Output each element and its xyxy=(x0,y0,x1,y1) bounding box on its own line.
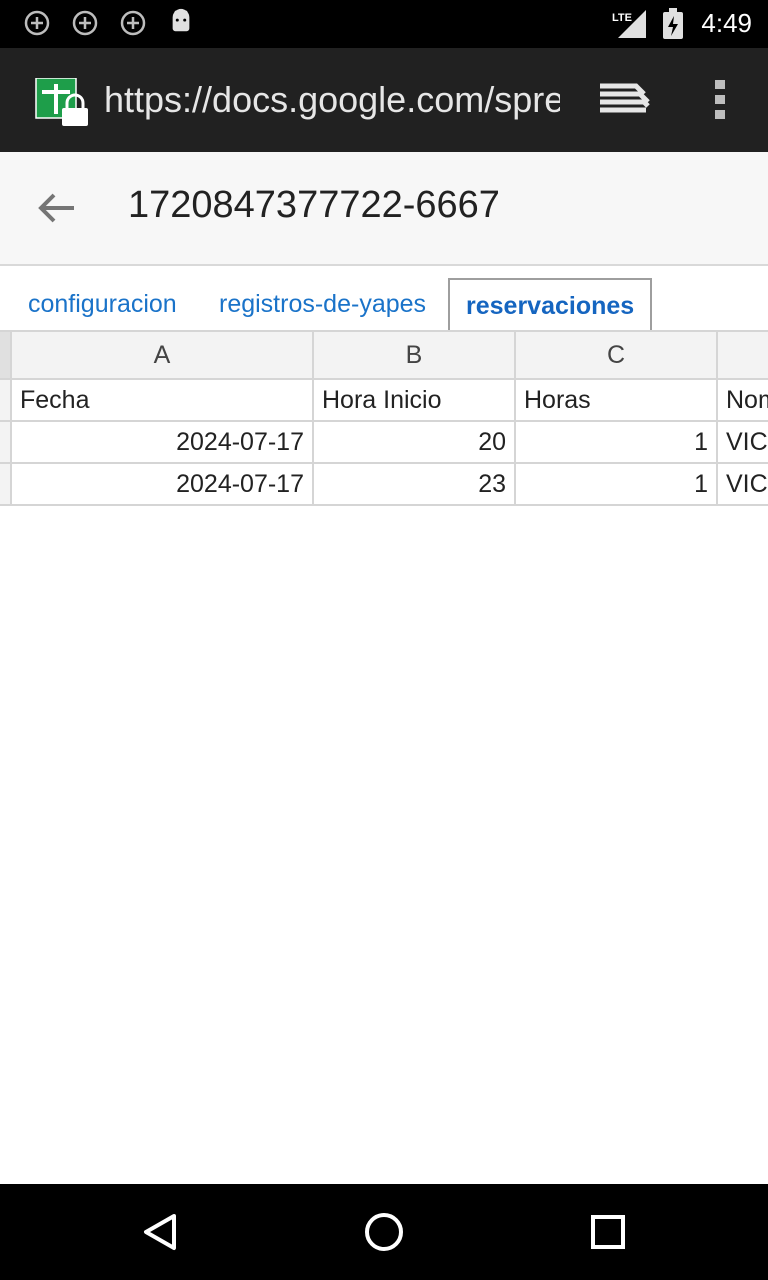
navigation-bar xyxy=(0,1184,768,1280)
sheets-lock-icon xyxy=(35,78,88,126)
tab-reservaciones[interactable]: reservaciones xyxy=(448,278,653,330)
tab-registros-de-yapes[interactable]: registros-de-yapes xyxy=(219,278,426,330)
cell-d1[interactable]: Nombre xyxy=(718,380,768,422)
cell-c2[interactable]: 1 xyxy=(516,422,718,464)
row-header[interactable] xyxy=(0,464,12,506)
document-title: 1720847377722-6667 xyxy=(128,184,500,226)
column-header-d[interactable] xyxy=(718,330,768,380)
select-all-corner[interactable] xyxy=(0,330,12,380)
cell-b1[interactable]: Hora Inicio xyxy=(314,380,516,422)
android-icon xyxy=(172,8,190,32)
nav-home-icon[interactable] xyxy=(360,1208,408,1256)
sheet-tabs: configuracion registros-de-yapes reserva… xyxy=(0,266,768,332)
table-row: 2024-07-17 20 1 VICTOR xyxy=(0,422,768,464)
svg-text:LTE: LTE xyxy=(612,12,632,24)
add-circle-icon xyxy=(120,10,146,36)
tab-stack-icon[interactable] xyxy=(598,80,650,120)
cell-d2[interactable]: VICTOR xyxy=(718,422,768,464)
column-header-c[interactable]: C xyxy=(516,330,718,380)
back-arrow-icon[interactable] xyxy=(34,190,78,226)
cell-d3[interactable]: VICTOR xyxy=(718,464,768,506)
add-circle-icon xyxy=(24,10,50,36)
cell-b3[interactable]: 23 xyxy=(314,464,516,506)
url-bar[interactable]: https://docs.google.com/spreadsheets xyxy=(104,78,560,122)
cell-c1[interactable]: Horas xyxy=(516,380,718,422)
cell-a2[interactable]: 2024-07-17 xyxy=(12,422,314,464)
cell-a3[interactable]: 2024-07-17 xyxy=(12,464,314,506)
browser-toolbar: https://docs.google.com/spreadsheets xyxy=(0,48,768,152)
cell-b2[interactable]: 20 xyxy=(314,422,516,464)
status-time: 4:49 xyxy=(701,8,752,38)
column-header-b[interactable]: B xyxy=(314,330,516,380)
cell-c3[interactable]: 1 xyxy=(516,464,718,506)
nav-recents-icon[interactable] xyxy=(584,1208,632,1256)
add-circle-icon xyxy=(72,10,98,36)
status-bar: LTE 4:49 xyxy=(0,0,768,48)
row-header[interactable] xyxy=(0,380,12,422)
battery-charging-icon xyxy=(663,8,683,39)
table-row: 2024-07-17 23 1 VICTOR xyxy=(0,464,768,506)
nav-back-icon[interactable] xyxy=(136,1208,184,1256)
tab-configuracion[interactable]: configuracion xyxy=(28,278,177,330)
column-header-row: A B C xyxy=(0,330,768,380)
lte-signal-icon: LTE xyxy=(612,10,646,38)
table-row: Fecha Hora Inicio Horas Nombre xyxy=(0,380,768,422)
overflow-menu-icon[interactable] xyxy=(712,78,728,122)
document-header: 1720847377722-6667 xyxy=(0,152,768,266)
row-header[interactable] xyxy=(0,422,12,464)
column-header-a[interactable]: A xyxy=(12,330,314,380)
cell-a1[interactable]: Fecha xyxy=(12,380,314,422)
spreadsheet-grid: A B C Fecha Hora Inicio Horas Nombre 202… xyxy=(0,330,768,506)
